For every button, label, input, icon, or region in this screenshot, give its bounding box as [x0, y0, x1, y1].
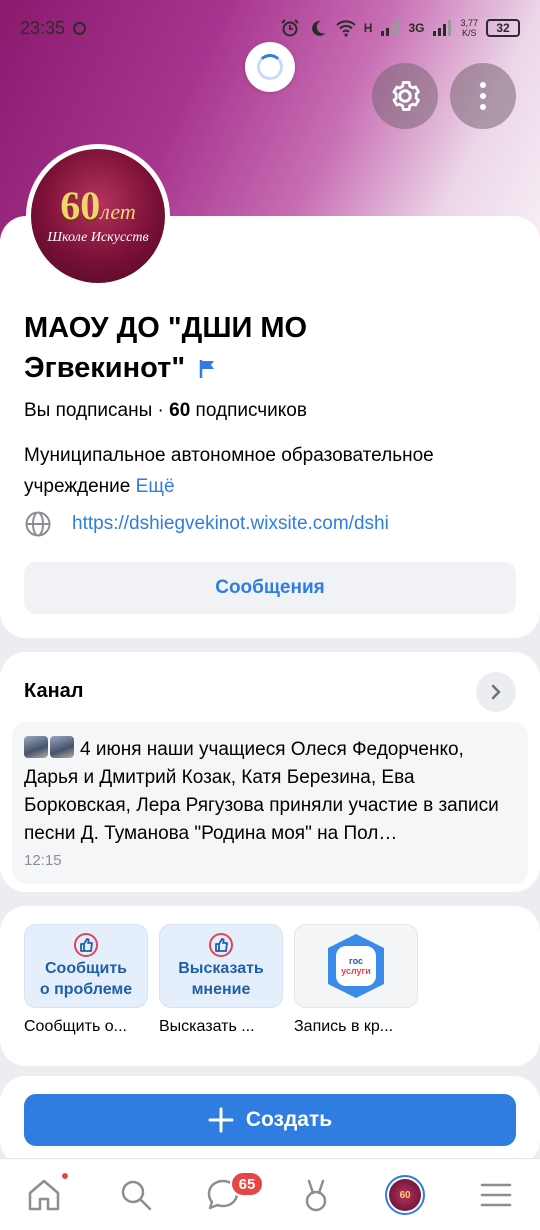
- tab-search[interactable]: [114, 1173, 158, 1217]
- more-options-button[interactable]: [450, 63, 516, 129]
- website-row[interactable]: https://dshiegvekinot.wixsite.com/dshi: [24, 510, 389, 538]
- post-text: 4 июня наши учащиеся Олеся Федорченко, Д…: [24, 739, 499, 844]
- home-icon: [28, 1179, 60, 1211]
- gear-icon: [392, 81, 420, 111]
- plus-icon: [208, 1107, 234, 1133]
- battery-indicator: 32: [486, 19, 520, 37]
- channel-open-button[interactable]: [476, 672, 516, 712]
- speed-unit: K/S: [461, 28, 477, 38]
- network-h-label: H: [363, 21, 373, 35]
- avatar-image: 60лет Школе Искусств: [31, 149, 165, 283]
- community-avatar[interactable]: 60лет Школе Искусств: [26, 144, 170, 288]
- bottom-tab-bar: 65 60: [0, 1158, 540, 1230]
- services-card: Сообщить о проблеме Сообщить о... Высказ…: [0, 906, 540, 1066]
- settings-button[interactable]: [372, 63, 438, 129]
- signal-icon: [381, 20, 400, 36]
- channel-card: Канал 4 июня наши учащиеся Олеся Федорче…: [0, 652, 540, 892]
- gosuslugi-logo-icon: гос услуги: [328, 934, 384, 998]
- avatar-badge-suffix: лет: [100, 199, 136, 224]
- flag-icon: [199, 360, 215, 379]
- tab-profile[interactable]: 60: [383, 1173, 427, 1217]
- service-tile[interactable]: Сообщить о проблеме: [24, 924, 148, 1008]
- subscription-info: Вы подписаны · 60 подписчиков: [24, 400, 307, 422]
- notification-icon: [73, 21, 87, 35]
- service-report-problem[interactable]: Сообщить о проблеме Сообщить о...: [24, 924, 148, 1036]
- community-name-text: МАОУ ДО "ДШИ МО Эгвекинот": [24, 312, 308, 384]
- service-caption: Высказать ...: [159, 1018, 255, 1035]
- messages-badge: 65: [230, 1171, 264, 1197]
- description-text: Муниципальное автономное образовательное…: [24, 445, 434, 497]
- service-caption: Сообщить о...: [24, 1018, 127, 1035]
- home-notification-dot: [60, 1171, 70, 1181]
- avatar-caption: Школе Искусств: [47, 230, 149, 245]
- service-tile-line1: Сообщить: [45, 960, 127, 977]
- service-tile-line1: Высказать: [178, 960, 264, 977]
- loading-spinner: [245, 42, 295, 92]
- network-speed: 3,77 K/S: [460, 18, 478, 38]
- globe-icon: [25, 511, 51, 537]
- alarm-icon: [281, 19, 299, 37]
- thumbs-up-icon: [209, 933, 233, 957]
- subscribed-text: Вы подписаны ·: [24, 400, 170, 421]
- tab-menu[interactable]: [474, 1173, 518, 1217]
- more-vertical-icon: [480, 82, 486, 110]
- service-give-opinion[interactable]: Высказать мнение Высказать ...: [159, 924, 283, 1036]
- spinner-icon: [257, 54, 283, 80]
- wifi-icon: [336, 20, 356, 37]
- svg-text:услуги: услуги: [341, 966, 371, 976]
- service-gosuslugi[interactable]: гос услуги Запись в кр...: [294, 924, 418, 1036]
- signal-icon-2: [433, 20, 452, 36]
- tab-home[interactable]: [22, 1173, 66, 1217]
- post-thumbnails: [24, 736, 74, 758]
- profile-avatar-text: 60: [389, 1179, 421, 1211]
- speed-value: 3,77: [460, 18, 478, 28]
- service-tile[interactable]: гос услуги: [294, 924, 418, 1008]
- subscribers-label[interactable]: подписчиков: [190, 400, 307, 421]
- service-tile-line2: о проблеме: [39, 981, 133, 998]
- channel-title: Канал: [24, 680, 84, 702]
- chevron-right-icon: [491, 684, 501, 700]
- community-description: Муниципальное автономное образовательное…: [24, 440, 494, 502]
- menu-icon: [480, 1183, 512, 1207]
- community-name: МАОУ ДО "ДШИ МО Эгвекинот": [24, 308, 464, 388]
- more-link[interactable]: Ещё: [136, 476, 175, 497]
- svg-text:гос: гос: [349, 956, 363, 966]
- search-icon: [121, 1180, 152, 1211]
- website-link[interactable]: https://dshiegvekinot.wixsite.com/dshi: [72, 513, 389, 535]
- subscribers-count[interactable]: 60: [169, 400, 190, 421]
- profile-avatar: 60: [385, 1175, 425, 1215]
- clips-icon: [305, 1179, 327, 1212]
- service-caption: Запись в кр...: [294, 1018, 394, 1035]
- create-card: Создать: [0, 1076, 540, 1166]
- create-button[interactable]: Создать: [24, 1094, 516, 1146]
- status-time: 23:35: [20, 17, 66, 38]
- post-text-block: 4 июня наши учащиеся Олеся Федорченко, Д…: [24, 736, 520, 848]
- post-time: 12:15: [24, 852, 62, 869]
- moon-icon: [311, 20, 326, 36]
- create-button-label: Создать: [245, 1108, 333, 1131]
- avatar-badge-number: 60: [60, 183, 101, 228]
- tab-clips[interactable]: [294, 1173, 338, 1217]
- channel-post[interactable]: 4 июня наши учащиеся Олеся Федорченко, Д…: [12, 722, 528, 884]
- messages-button[interactable]: Сообщения: [24, 562, 516, 614]
- thumbs-up-icon: [74, 933, 98, 957]
- service-tile-line2: мнение: [191, 981, 251, 998]
- network-3g-label: 3G: [408, 21, 425, 35]
- service-tile[interactable]: Высказать мнение: [159, 924, 283, 1008]
